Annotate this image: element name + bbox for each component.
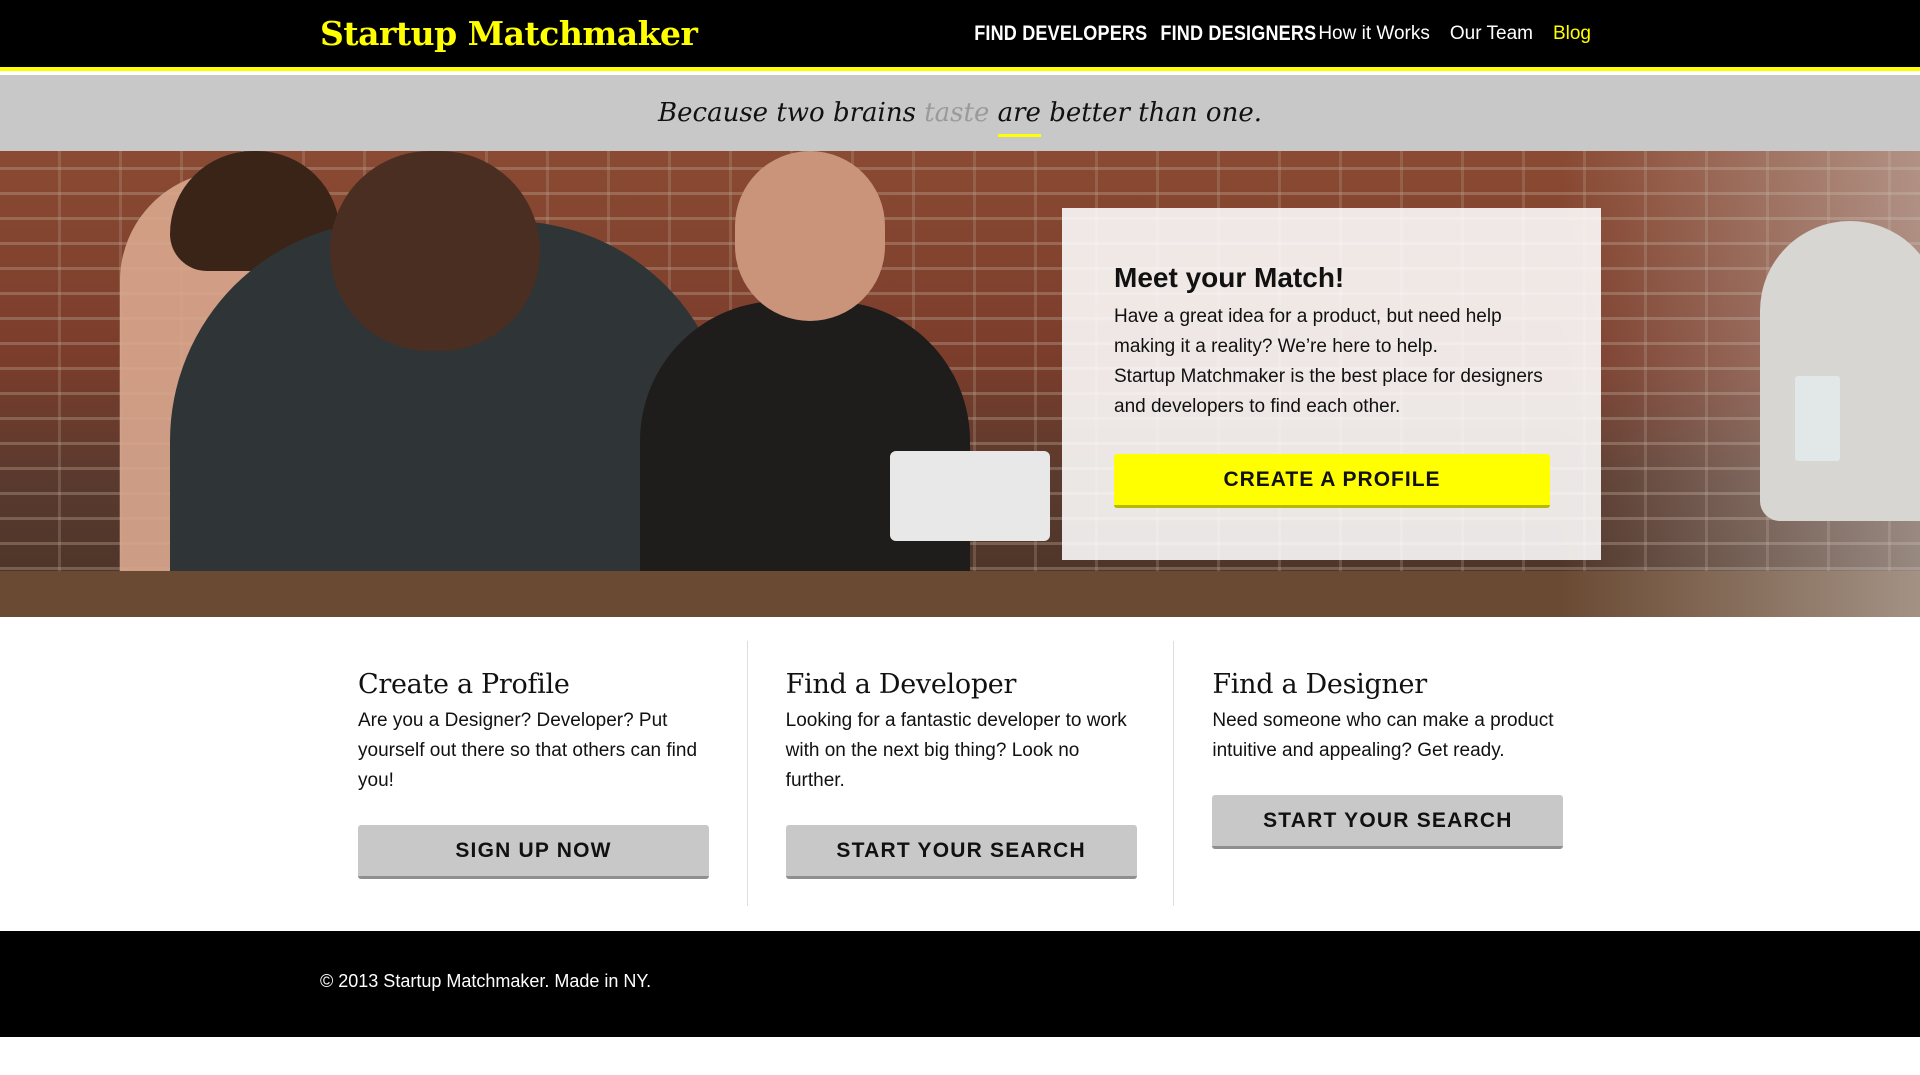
nav-find-designers[interactable]: FIND DESIGNERS — [1160, 22, 1316, 46]
feature-title: Find a Designer — [1212, 669, 1427, 700]
tagline-struck-word: taste — [924, 98, 990, 128]
features-row: Create a Profile Are you a Designer? Dev… — [320, 641, 1600, 906]
match-card-paragraph-2: Startup Matchmaker is the best place for… — [1114, 366, 1543, 417]
tagline-underlined-word: are — [997, 75, 1042, 151]
hero-photo — [0, 151, 1920, 617]
nav-blog[interactable]: Blog — [1553, 23, 1591, 45]
tagline-text-end: better than one. — [1049, 98, 1262, 128]
feature-find-developer: Find a Developer Looking for a fantastic… — [746, 641, 1174, 906]
match-card-title: Meet your Match! — [1114, 262, 1345, 293]
nav-find-developers[interactable]: FIND DEVELOPERS — [974, 22, 1147, 46]
main-nav: FIND DEVELOPERS FIND DESIGNERS How it Wo… — [946, 22, 1591, 46]
create-profile-button[interactable]: CREATE A PROFILE — [1114, 454, 1550, 508]
sign-up-now-button[interactable]: SIGN UP NOW — [358, 825, 709, 879]
hero-photo-person-right — [1760, 221, 1920, 521]
hero-photo-glass — [1795, 376, 1840, 461]
feature-description: Need someone who can make a product intu… — [1212, 710, 1554, 761]
tagline-banner: Because two brains taste are better than… — [0, 75, 1920, 151]
copyright-text: © 2013 Startup Matchmaker. Made in NY. — [320, 971, 652, 991]
hero-photo-laptop — [890, 451, 1050, 541]
brand-logo-link[interactable]: Startup Matchmaker — [320, 14, 698, 53]
feature-create-profile: Create a Profile Are you a Designer? Dev… — [320, 641, 747, 906]
nav-our-team[interactable]: Our Team — [1450, 23, 1533, 45]
designer-search-button[interactable]: START YOUR SEARCH — [1212, 795, 1564, 849]
feature-description: Looking for a fantastic developer to wor… — [785, 710, 1127, 791]
top-navbar: Startup Matchmaker FIND DEVELOPERS FIND … — [0, 0, 1920, 71]
feature-title: Find a Developer — [785, 669, 1017, 700]
tagline-text-start: Because two brains — [658, 98, 916, 128]
site-footer: © 2013 Startup Matchmaker. Made in NY. — [0, 931, 1920, 1037]
feature-title: Create a Profile — [358, 669, 570, 700]
feature-description: Are you a Designer? Developer? Put yours… — [358, 710, 698, 791]
hero-photo-person-head — [330, 151, 540, 351]
hero-photo-person-face — [735, 151, 885, 321]
feature-find-designer: Find a Designer Need someone who can mak… — [1173, 641, 1600, 906]
nav-how-it-works[interactable]: How it Works — [1318, 23, 1430, 45]
developer-search-button[interactable]: START YOUR SEARCH — [785, 825, 1137, 879]
meet-your-match-card: Meet your Match! Have a great idea for a… — [1062, 208, 1601, 560]
match-card-paragraph-1: Have a great idea for a product, but nee… — [1114, 306, 1502, 357]
